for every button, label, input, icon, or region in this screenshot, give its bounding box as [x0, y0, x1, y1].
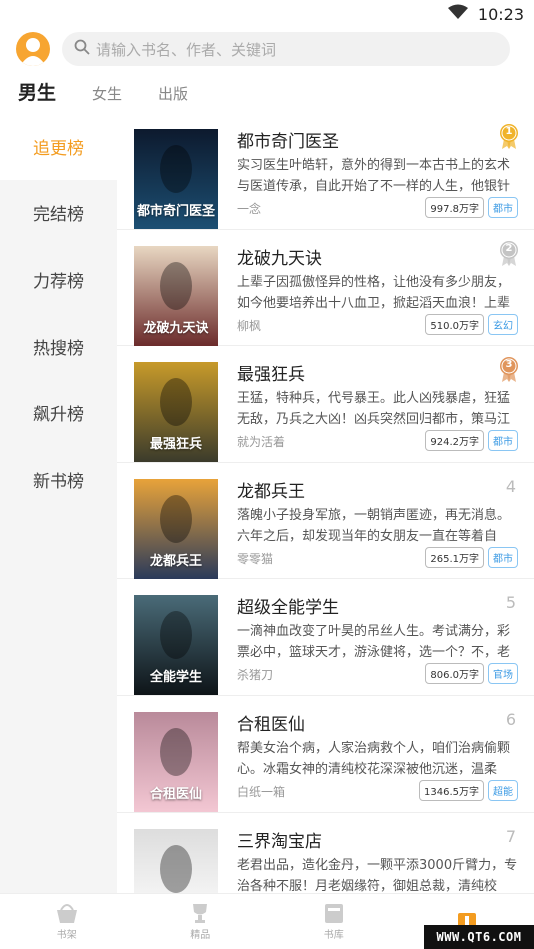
gender-tabs: 男生 女生 出版 [18, 78, 224, 105]
basket-icon [56, 904, 77, 923]
cover-title-text: 都市奇门医圣 [136, 204, 215, 219]
genre-badge: 都市 [488, 197, 518, 218]
book-description: 王猛，特种兵，代号暴王。此人凶残暴虐，狂猛无敌，乃兵之大凶！凶兵突然回归都市，策… [237, 391, 511, 428]
book-row[interactable]: 龙破九天诀 龙破九天诀 上辈子因孤傲怪异的性格，让他没有多少朋友，如今他要培养出十八… [117, 230, 534, 347]
cover-title-text: 龙都兵王 [149, 553, 202, 569]
sidebar-item-new[interactable]: 新书榜 [0, 446, 117, 513]
book-list: 都市奇门医圣 都市奇门医圣 实习医生叶皓轩，意外的得到一本古书上的玄术与医道传承，自… [117, 113, 534, 893]
rank-number: 4 [505, 476, 516, 496]
nav-library-label: 书库 [323, 930, 344, 941]
book-cover[interactable]: 三界淘宝店 [134, 828, 218, 893]
book-author: 零零猫 [237, 551, 274, 566]
box-icon [324, 904, 343, 923]
word-count-badge: 806.0万字 [425, 663, 484, 685]
search-placeholder: 请输入书名、作者、关键词 [96, 40, 277, 59]
rank-medal-icon: 1 [498, 123, 520, 149]
book-author: 白纸一箱 [237, 784, 286, 799]
book-author: 柳枫 [237, 318, 262, 333]
user-avatar[interactable] [16, 32, 50, 66]
avatar-person-icon [20, 38, 46, 66]
book-description: 帮美女治个病，人家治病救个人，咱们治病偷颗心。冰霜女神的清纯校花深深被他沉迷，温… [237, 740, 511, 777]
trophy-icon [193, 904, 208, 923]
tab-publish[interactable]: 出版 [158, 83, 188, 104]
search-icon [74, 39, 90, 59]
book-description: 一滴神血改变了叶昊的吊丝人生。考试满分，彩票必中，篮球天才，游泳健将，选一个？不… [237, 624, 511, 661]
book-row[interactable]: 合租医仙 合租医仙 帮美女治个病，人家治病救个人，咱们治病偷颗心。冰霜女神的清纯校花… [117, 696, 534, 813]
book-title: 龙破九天诀 [237, 248, 322, 269]
book-title: 三界淘宝店 [237, 831, 322, 852]
cover-title-text: 龙破九天诀 [143, 320, 209, 336]
book-cover[interactable]: 都市奇门医圣 [134, 129, 218, 229]
ranking-sidebar: 追更榜 完结榜 力荐榜 热搜榜 飙升榜 新书榜 [0, 113, 117, 893]
sidebar-item-completed[interactable]: 完结榜 [0, 180, 117, 247]
book-author: 杀猪刀 [237, 668, 274, 683]
rank-number: 2 [505, 242, 513, 254]
book-cover[interactable]: 龙都兵王 [134, 478, 218, 579]
wifi-icon [447, 4, 468, 24]
book-cover[interactable]: 合租医仙 [134, 711, 218, 812]
book-description: 实习医生叶皓轩，意外的得到一本古书上的玄术与医道传承，自此开始了不一样的人生，他… [237, 158, 511, 194]
rank-number: 5 [505, 593, 516, 613]
word-count-badge: 924.2万字 [425, 430, 484, 452]
rank-number: 6 [505, 709, 516, 729]
book-author: 一念 [237, 202, 262, 216]
book-description: 落魄小子投身军旅，一朝销声匿迹，再无消息。六年之后，却发现当年的女朋友一直在等着… [237, 507, 511, 544]
book-row[interactable]: 龙都兵王 龙都兵王 落魄小子投身军旅，一朝销声匿迹，再无消息。六年之后，却发现当年的… [117, 463, 534, 580]
book-cover[interactable]: 龙破九天诀 [134, 245, 218, 346]
rank-number: 1 [505, 126, 513, 137]
word-count-badge: 997.8万字 [425, 197, 484, 218]
book-row[interactable]: 全能学生 超级全能学生一滴神血改变了叶昊的吊丝人生。考试满分，彩票必中，篮球天才，… [117, 579, 534, 696]
nav-premium-label: 精品 [190, 930, 211, 941]
genre-badge: 官场 [488, 663, 518, 685]
book-title: 都市奇门医圣 [237, 132, 339, 152]
book-row[interactable]: 最强狂兵 最强狂兵 王猛，特种兵，代号暴王。此人凶残暴虐，狂猛无敌，乃兵之大凶！凶兵… [117, 346, 534, 463]
sidebar-item-rising[interactable]: 飙升榜 [0, 379, 117, 446]
genre-badge: 都市 [488, 546, 518, 568]
watermark: WWW.QT6.COM [424, 925, 534, 949]
book-author: 就为活着 [237, 435, 286, 450]
book-title: 最强狂兵 [237, 365, 305, 386]
cover-title-text: 最强狂兵 [149, 437, 202, 453]
genre-badge: 都市 [488, 430, 518, 452]
rank-medal-icon: 3 [498, 356, 520, 383]
sidebar-item-recommended[interactable]: 力荐榜 [0, 246, 117, 313]
rank-number: 3 [505, 359, 513, 371]
book-title: 合租医仙 [237, 714, 305, 735]
sidebar-item-hot-search[interactable]: 热搜榜 [0, 313, 117, 380]
nav-premium[interactable]: 精品 [134, 894, 268, 949]
sidebar-item-follow[interactable]: 追更榜 [0, 113, 117, 180]
rank-number: 7 [505, 826, 516, 846]
search-row: 请输入书名、作者、关键词 [0, 30, 534, 70]
nav-bookshelf[interactable]: 书架 [0, 894, 134, 949]
word-count-badge: 510.0万字 [425, 313, 484, 335]
status-bar: 10:23 [0, 0, 534, 28]
status-icons: 10:23 [447, 4, 524, 24]
word-count-badge: 265.1万字 [425, 546, 484, 568]
word-count-badge: 1346.5万字 [419, 779, 484, 801]
status-time: 10:23 [477, 4, 524, 24]
genre-badge: 玄幻 [488, 313, 518, 335]
search-input[interactable]: 请输入书名、作者、关键词 [62, 32, 510, 66]
tab-female[interactable]: 女生 [92, 83, 122, 104]
cover-title-text: 合租医仙 [149, 786, 202, 802]
book-cover[interactable]: 最强狂兵 [134, 362, 218, 463]
tab-male[interactable]: 男生 [18, 78, 56, 105]
book-description: 老君出品，造化金丹，一颗平添3000斤臂力，专治各种不服！月老姻缘符，御姐总裁，… [237, 857, 518, 893]
book-row[interactable]: 三界淘宝店三界淘宝店老君出品，造化金丹，一颗平添3000斤臂力，专治各种不服！月… [117, 813, 534, 893]
book-title: 龙都兵王 [237, 481, 305, 502]
cover-title-text: 全能学生 [149, 670, 202, 686]
book-cover[interactable]: 全能学生 [134, 595, 218, 696]
rank-medal-icon: 2 [498, 240, 520, 266]
nav-library[interactable]: 书库 [267, 894, 401, 949]
nav-bookshelf-label: 书架 [56, 930, 77, 941]
book-description: 上辈子因孤傲怪异的性格，让他没有多少朋友，如今他要培养出十八血卫，掀起滔天血浪！… [237, 274, 511, 311]
book-title: 超级全能学生 [237, 598, 339, 619]
genre-badge: 超能 [488, 779, 518, 801]
book-row[interactable]: 都市奇门医圣 都市奇门医圣 实习医生叶皓轩，意外的得到一本古书上的玄术与医道传承，自… [117, 113, 534, 230]
